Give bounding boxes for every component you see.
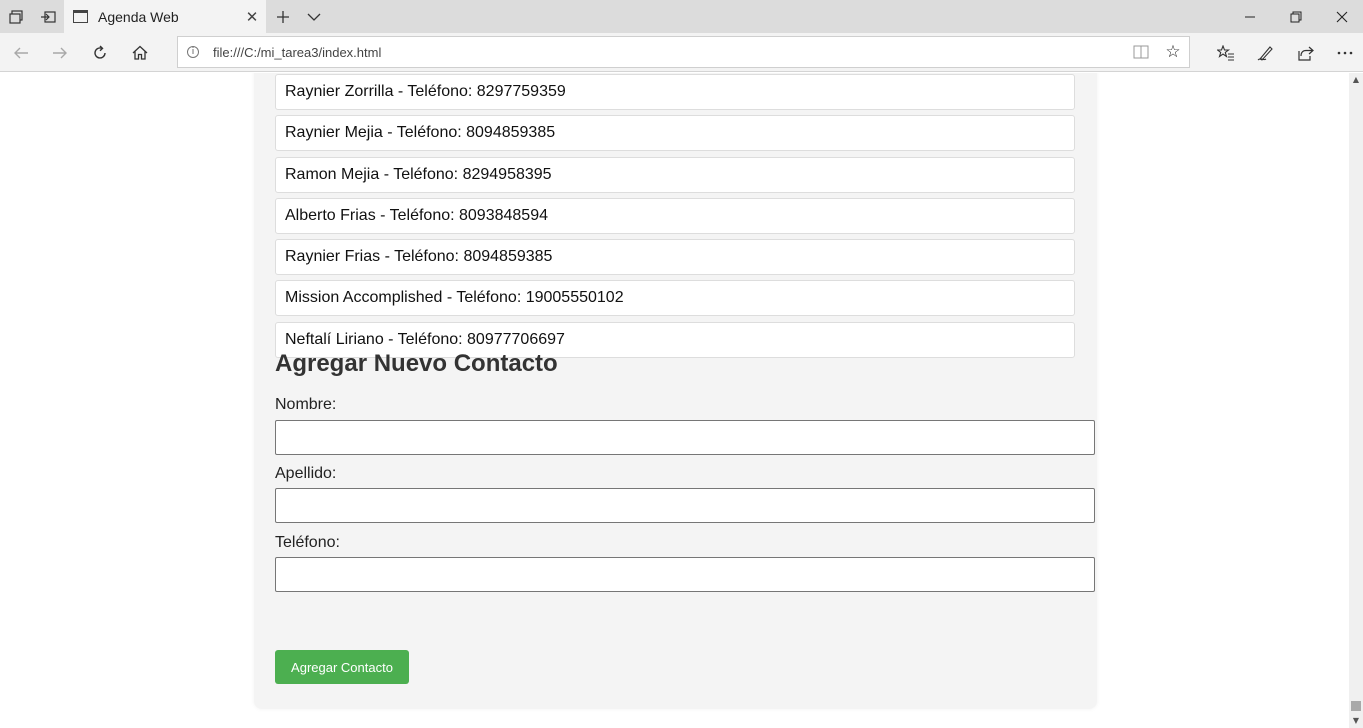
contact-list-item: Ramon Mejia - Teléfono: 8294958395 [275,156,1075,193]
set-aside-tabs-icon[interactable] [32,0,64,33]
contact-list-item: Raynier Frias - Teléfono: 8094859385 [275,239,1075,276]
vertical-scrollbar[interactable]: ▲ ▼ [1349,73,1363,728]
forward-arrow-icon[interactable] [40,33,80,72]
active-tab[interactable]: Agenda Web ✕ [64,0,266,33]
apellido-input[interactable] [275,488,1095,523]
favorites-list-icon[interactable] [1206,33,1246,72]
refresh-icon[interactable] [80,33,120,72]
contact-list-item: Raynier Zorrilla - Teléfono: 8297759359 [275,74,1075,110]
share-icon[interactable] [1285,33,1325,72]
tab-title: Agenda Web [98,8,179,25]
nombre-input[interactable] [275,420,1095,455]
telefono-input[interactable] [275,557,1095,592]
contact-text: Raynier Mejia - Teléfono: 8094859385 [285,124,556,142]
form-title: Agregar Nuevo Contacto [275,350,558,377]
tab-close-icon[interactable]: ✕ [238,8,266,26]
url-text[interactable]: file:///C:/mi_tarea3/index.html [213,45,1125,60]
back-arrow-icon[interactable] [1,33,41,72]
address-bar[interactable]: i file:///C:/mi_tarea3/index.html ☆ [177,36,1190,68]
contact-text: Alberto Frias - Teléfono: 8093848594 [285,206,548,224]
agenda-container: Raynier Zorrilla - Teléfono: 8297759359 R… [254,73,1097,709]
scroll-up-arrow-icon[interactable]: ▲ [1349,73,1363,87]
info-icon[interactable]: i [187,46,199,58]
scrollbar-thumb[interactable] [1351,701,1361,711]
page-icon [73,10,88,23]
contact-text: Ramon Mejia - Teléfono: 8294958395 [285,165,552,183]
telefono-label: Teléfono: [275,534,340,551]
scroll-down-arrow-icon[interactable]: ▼ [1349,714,1363,728]
contact-text: Mission Accomplished - Teléfono: 1900555… [285,289,624,307]
tab-list-chevron-down-icon[interactable] [298,0,330,33]
favorite-star-icon[interactable]: ☆ [1157,37,1189,67]
apellido-label: Apellido: [275,465,337,482]
close-window-icon[interactable] [1319,0,1363,33]
navigation-bar: i file:///C:/mi_tarea3/index.html ☆ [0,33,1363,72]
contact-list-item: Mission Accomplished - Teléfono: 1900555… [275,280,1075,317]
contact-list-item: Alberto Frias - Teléfono: 8093848594 [275,197,1075,234]
page-viewport: Raynier Zorrilla - Teléfono: 8297759359 R… [0,73,1349,728]
contact-text: Raynier Frias - Teléfono: 8094859385 [285,248,553,266]
contact-text: Neftalí Liriano - Teléfono: 80977706697 [285,330,565,348]
new-tab-plus-icon[interactable] [267,0,299,33]
reading-view-book-icon[interactable] [1125,37,1157,67]
home-icon[interactable] [120,33,160,72]
agregar-contacto-button[interactable]: Agregar Contacto [275,650,409,684]
notes-pen-icon[interactable] [1246,33,1286,72]
contact-text: Raynier Zorrilla - Teléfono: 8297759359 [285,83,566,100]
more-icon[interactable] [1325,33,1363,72]
nombre-label: Nombre: [275,396,337,413]
minimize-icon[interactable] [1227,0,1273,33]
restore-icon[interactable] [1273,0,1319,33]
contact-list: Raynier Zorrilla - Teléfono: 8297759359 R… [275,74,1075,363]
tab-bar: Agenda Web ✕ [0,0,1363,33]
contact-list-item: Raynier Mejia - Teléfono: 8094859385 [275,115,1075,152]
tabs-icon[interactable] [0,0,32,33]
